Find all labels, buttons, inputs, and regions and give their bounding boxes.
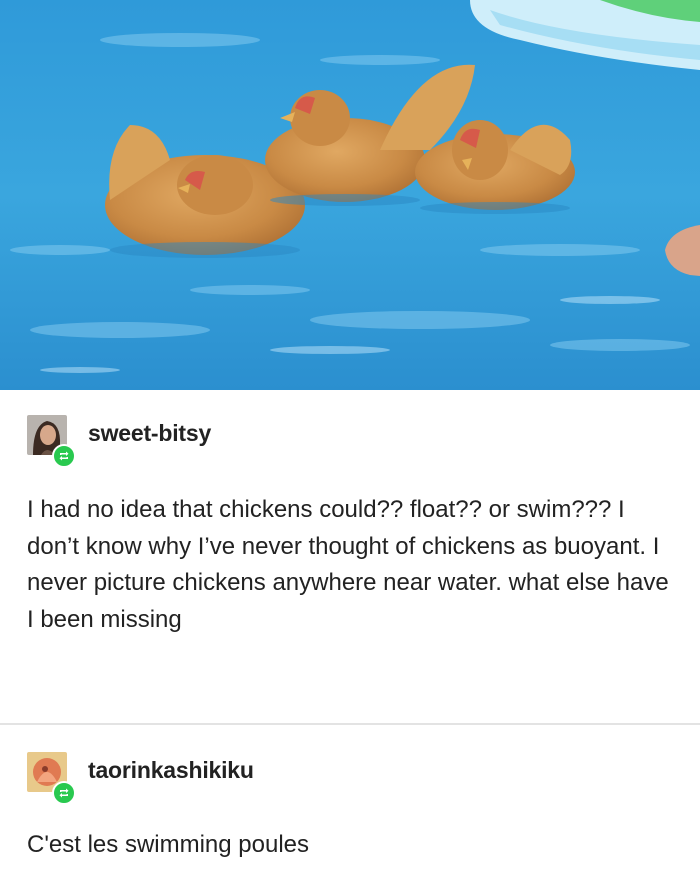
tumblr-post: sweet-bitsy I had no idea that chickens … (0, 0, 700, 875)
post-text: I had no idea that chickens could?? floa… (27, 496, 669, 633)
post-photo[interactable] (0, 0, 700, 390)
username[interactable]: taorinkashikiku (88, 757, 254, 784)
reblog-icon (52, 781, 76, 805)
username[interactable]: sweet-bitsy (88, 420, 211, 447)
reblog-icon (52, 444, 76, 468)
user-avatar[interactable] (27, 752, 76, 805)
reblog-entry: taorinkashikiku C'est les swimming poule… (0, 724, 700, 876)
entry-header: taorinkashikiku (27, 752, 254, 805)
user-avatar[interactable] (27, 415, 76, 468)
reblog-entry: sweet-bitsy I had no idea that chickens … (0, 390, 700, 723)
chickens-in-pool-image (0, 0, 700, 390)
entry-divider (0, 723, 700, 724)
post-text: C'est les swimming poules (27, 831, 310, 858)
entry-header: sweet-bitsy (27, 415, 211, 468)
